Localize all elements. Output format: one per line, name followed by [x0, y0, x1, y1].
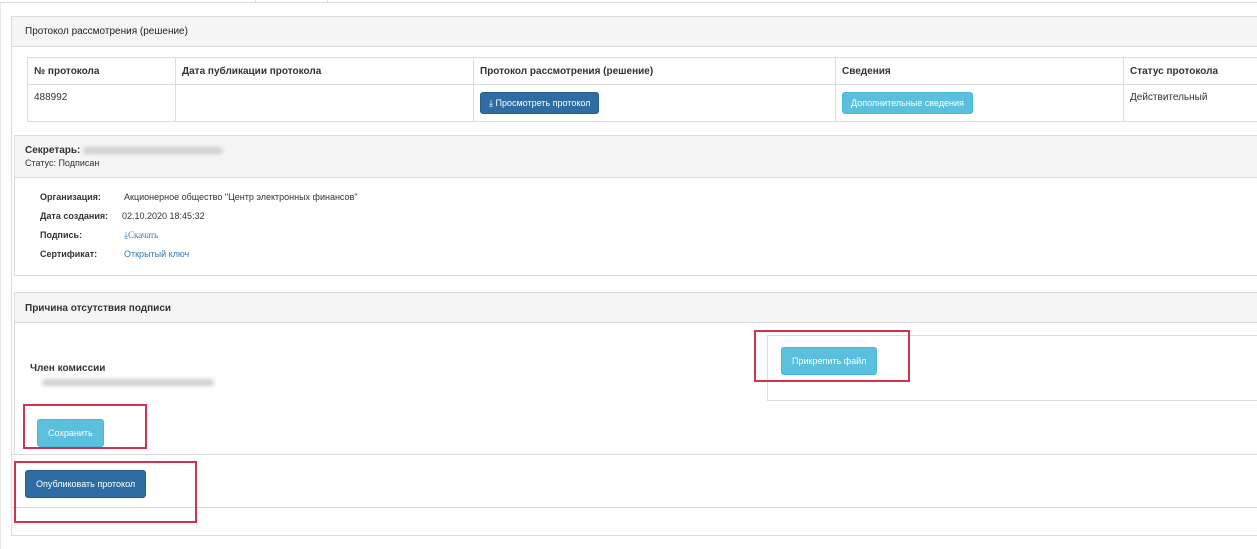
column-header: Протокол рассмотрения (решение)	[473, 57, 836, 85]
secretary-card: Секретарь: Статус: Подписан Организация:…	[14, 135, 1257, 276]
details-cell: Дополнительные сведения	[835, 84, 1124, 122]
view-protocol-label: Просмотреть протокол	[495, 98, 591, 108]
column-header: Дата публикации протокола	[175, 57, 474, 85]
table-row: 488992 ⤓ Просмотреть протокол Дополнител…	[27, 84, 1257, 122]
protocol-panel: Протокол рассмотрения (решение) № проток…	[11, 16, 1257, 536]
table-header-row: № протокола Дата публикации протокола Пр…	[27, 57, 1257, 85]
tab-segment[interactable]	[0, 0, 256, 3]
highlight-frame	[23, 404, 147, 449]
left-edge	[0, 0, 1, 549]
secretary-status: Статус: Подписан	[25, 158, 100, 168]
column-header: Статус протокола	[1123, 57, 1257, 85]
organization-value: Акционерное общество "Центр электронных …	[124, 192, 358, 202]
signature-download-link[interactable]: ⤓Скачать	[124, 230, 158, 241]
additional-info-button[interactable]: Дополнительные сведения	[842, 92, 973, 114]
secretary-name-redacted	[82, 147, 223, 155]
tab-segment[interactable]	[256, 0, 328, 3]
organization-label: Организация:	[40, 192, 101, 202]
highlight-frame	[14, 461, 197, 523]
protocol-status: Действительный	[1123, 84, 1257, 122]
column-header: № протокола	[27, 57, 176, 85]
created-label: Дата создания:	[40, 211, 109, 221]
protocol-number: 488992	[27, 84, 176, 122]
protocol-cell: ⤓ Просмотреть протокол	[473, 84, 836, 122]
highlight-frame	[754, 330, 910, 382]
protocol-table: № протокола Дата публикации протокола Пр…	[27, 57, 1257, 122]
created-value: 02.10.2020 18:45:32	[122, 211, 205, 221]
section-divider	[11, 507, 1257, 508]
member-name-redacted	[42, 379, 214, 386]
certificate-label: Сертификат:	[40, 249, 98, 259]
view-protocol-button[interactable]: ⤓ Просмотреть протокол	[480, 92, 600, 114]
download-icon: ⤓	[489, 98, 493, 108]
secretary-header: Секретарь: Статус: Подписан	[15, 136, 1257, 178]
missing-signature-title: Причина отсутствия подписи	[15, 293, 1257, 323]
commission-member-label: Член комиссии	[30, 363, 106, 374]
signature-label: Подпись:	[40, 230, 83, 240]
column-header: Сведения	[835, 57, 1124, 85]
missing-signature-card: Причина отсутствия подписи Член комиссии…	[14, 292, 1257, 454]
section-divider	[11, 454, 1257, 455]
public-key-link[interactable]: Открытый ключ	[124, 249, 189, 259]
secretary-label: Секретарь:	[25, 145, 81, 156]
top-tab-strip	[0, 0, 1257, 3]
publish-date	[175, 84, 474, 122]
panel-title: Протокол рассмотрения (решение)	[12, 17, 1257, 47]
